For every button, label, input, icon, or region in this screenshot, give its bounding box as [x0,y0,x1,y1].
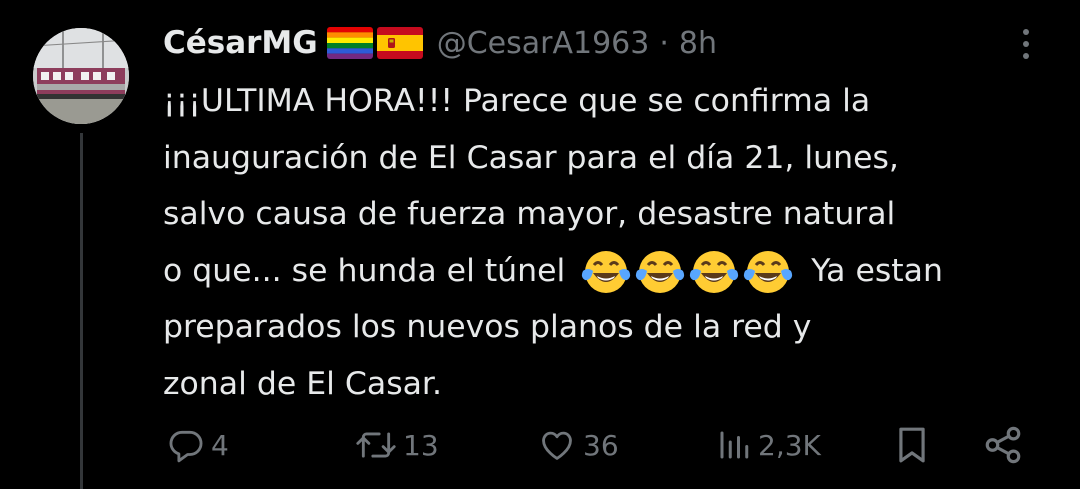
tweet-text-line: inauguración de El Casar para el día 21,… [163,139,899,176]
spain-flag-icon [376,27,423,59]
reply-count: 4 [211,428,229,462]
face-with-tears-of-joy-icon [690,251,739,294]
emoji-group [581,243,797,300]
bookmark-button[interactable] [893,420,931,470]
share-button[interactable] [982,420,1024,470]
heart-icon [542,431,572,460]
tweet-text-segment: o que... se hunda el túnel [163,252,566,289]
tweet-text: ¡¡¡ULTIMA HORA!!! Parece que se confirma… [163,73,1063,412]
reply-icon [169,430,203,463]
train-photo [33,28,129,124]
tweet-header: CésarMG @CesarA1963 · 8h [163,20,717,66]
tweet-text-line: salvo causa de fuerza mayor, desastre na… [163,196,896,232]
tweet-text-segment: Ya estan [811,252,943,289]
tweet-text-line: preparados los nuevos planos de la red y [163,309,812,345]
tweet-timestamp[interactable]: 8h [679,26,717,61]
like-button[interactable]: 36 [537,420,619,470]
repost-icon [356,432,396,458]
author-name[interactable]: CésarMG [163,25,318,61]
share-icon [985,426,1021,464]
bookmark-icon [899,427,925,463]
views-count: 2,3K [758,428,821,462]
views-chart-icon [720,431,749,459]
reply-button[interactable]: 4 [167,420,229,470]
author-avatar[interactable] [33,28,129,124]
face-with-tears-of-joy-icon [636,251,685,294]
views-button[interactable]: 2,3K [716,420,821,470]
tweet-action-bar: 4 13 36 2,3K [0,420,1080,470]
tweet-text-line-with-emoji: o que... se hunda el túnel Ya estan [163,243,1063,300]
tweet-text-line: ¡¡¡ULTIMA HORA!!! Parece que se confirma… [163,83,871,119]
more-options-icon[interactable] [1014,26,1038,62]
rainbow-flag-icon [326,27,373,59]
tweet-text-line: zonal de El Casar. [163,365,442,402]
like-count: 36 [583,428,619,462]
face-with-tears-of-joy-icon [582,251,631,294]
separator-dot: · [659,25,669,61]
repost-count: 13 [403,428,439,462]
repost-button[interactable]: 13 [355,420,439,470]
face-with-tears-of-joy-icon [744,251,793,294]
author-handle[interactable]: @CesarA1963 [437,26,650,61]
